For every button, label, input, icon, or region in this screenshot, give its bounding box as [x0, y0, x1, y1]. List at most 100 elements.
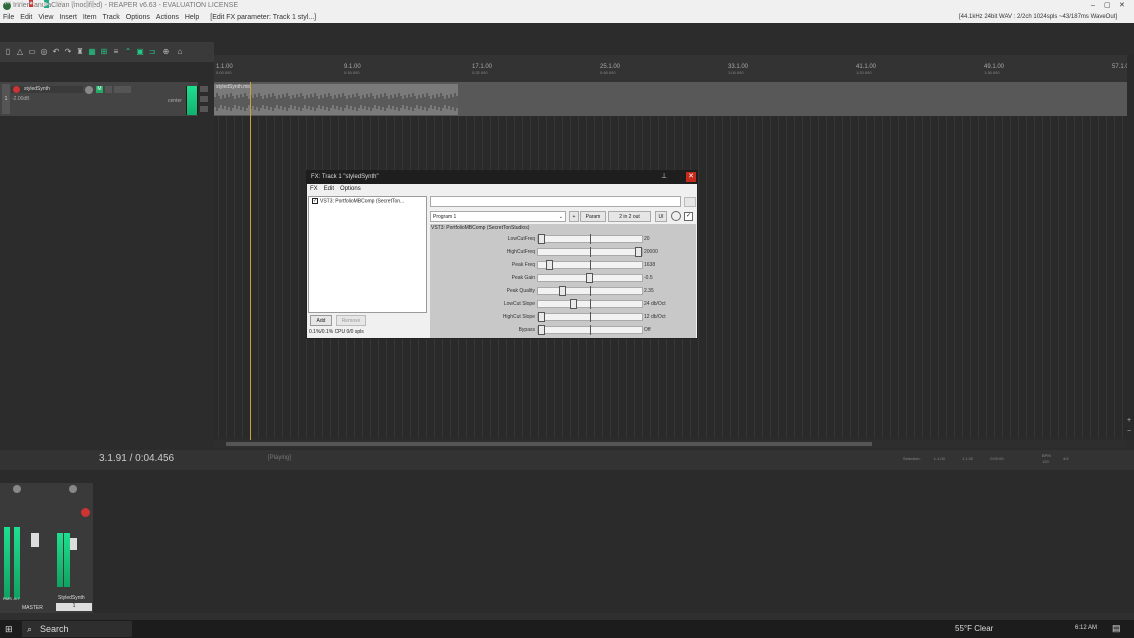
item-grouping-icon[interactable]: ▣: [136, 48, 144, 56]
menu-options[interactable]: Options: [123, 12, 153, 23]
horizontal-scrollbar[interactable]: [214, 440, 1127, 448]
io-routing-button[interactable]: 2 in 2 out: [608, 211, 651, 222]
param-slider-thumb[interactable]: [545, 260, 553, 270]
crossfade-icon[interactable]: ⊐: [148, 48, 156, 56]
menu-edit[interactable]: Edit: [17, 12, 35, 23]
master-meter-right: [14, 527, 20, 599]
fx-enable-checkbox[interactable]: ✓: [312, 198, 318, 204]
windows-start-icon[interactable]: ⊞: [5, 624, 13, 635]
preset-menu-button[interactable]: [684, 197, 696, 207]
vertical-scrollbar[interactable]: + −: [1127, 55, 1134, 440]
scroll-thumb[interactable]: [226, 442, 872, 446]
param-slider-thumb[interactable]: [570, 299, 577, 309]
fx-button[interactable]: [114, 86, 131, 93]
record-arm-button[interactable]: [13, 86, 20, 93]
menu-help[interactable]: Help: [182, 12, 202, 23]
bpm-value[interactable]: 120: [1042, 459, 1049, 464]
param-row: Bypass Off: [430, 324, 696, 336]
clock[interactable]: 6:12 AM: [1075, 625, 1097, 631]
play-button[interactable]: ▶: [44, 0, 50, 8]
track-volume-readout: -2.00dB: [12, 96, 30, 102]
param-slider-thumb[interactable]: [585, 273, 593, 283]
ui-button[interactable]: UI: [655, 211, 667, 222]
project-settings-icon[interactable]: ◎: [40, 48, 48, 56]
fx-menu-fx[interactable]: FX: [307, 184, 321, 194]
param-slider-thumb[interactable]: [538, 234, 545, 244]
minimize-button[interactable]: –: [1091, 0, 1095, 12]
metronome-icon[interactable]: ♜: [76, 48, 84, 56]
save-project-icon[interactable]: ▭: [28, 48, 36, 56]
grid-icon[interactable]: ▦: [88, 48, 96, 56]
fx-menu-edit[interactable]: Edit: [321, 184, 337, 194]
param-slider-thumb[interactable]: [538, 312, 545, 322]
fx-bypass-checkbox[interactable]: ✓: [684, 212, 693, 221]
go-start-button[interactable]: ⏮: [5, 0, 11, 8]
param-slider-thumb[interactable]: [559, 286, 567, 296]
ruler-mark: 1.1.00 0:00.000: [216, 64, 233, 75]
track-number[interactable]: 1: [2, 84, 10, 114]
preset-field[interactable]: [430, 196, 681, 207]
fx-remove-button[interactable]: Remove: [336, 315, 366, 326]
snap-icon[interactable]: ⊞: [100, 48, 108, 56]
fx-add-button[interactable]: Add: [310, 315, 332, 326]
fx-chain-list[interactable]: [308, 196, 427, 313]
mixer-panel: [0, 470, 1134, 613]
track-env-icon[interactable]: [200, 96, 208, 102]
open-project-icon[interactable]: △: [16, 48, 24, 56]
program-select[interactable]: Program 1 ⌄: [430, 211, 566, 222]
pin-icon[interactable]: ⊥: [661, 172, 667, 180]
zoom-out-icon[interactable]: −: [1127, 428, 1131, 435]
track-io-icon[interactable]: [200, 86, 208, 92]
track-strip-record-arm[interactable]: [81, 508, 90, 517]
wet-knob[interactable]: [671, 211, 681, 221]
redo-icon[interactable]: ↷: [64, 48, 72, 56]
pause-button[interactable]: ❚❚: [84, 0, 96, 8]
new-project-icon[interactable]: ▯: [4, 48, 12, 56]
menu-actions[interactable]: Actions: [153, 12, 182, 23]
master-pan-knob[interactable]: [13, 485, 21, 493]
track-phase-icon[interactable]: [200, 106, 208, 112]
track-strip-fader[interactable]: [70, 538, 77, 550]
param-slider-thumb[interactable]: [538, 325, 545, 335]
param-button[interactable]: Param: [580, 211, 606, 222]
volume-knob[interactable]: [85, 86, 93, 94]
menu-file[interactable]: File: [0, 12, 17, 23]
solo-button[interactable]: [105, 86, 112, 93]
stop-button[interactable]: ■: [71, 0, 75, 7]
menu-view[interactable]: View: [35, 12, 56, 23]
go-end-button[interactable]: ⏭: [17, 0, 23, 8]
lock-icon[interactable]: ⊕: [162, 48, 170, 56]
menu-insert[interactable]: Insert: [56, 12, 80, 23]
weather[interactable]: 55°F Clear: [955, 624, 993, 633]
repeat-button[interactable]: ⟳: [58, 0, 64, 8]
menu-track[interactable]: Track: [100, 12, 123, 23]
time-signature[interactable]: 4/4: [1063, 456, 1069, 461]
master-fader[interactable]: [31, 533, 39, 547]
menu-bar: File Edit View Insert Item Track Options Action…: [0, 12, 1134, 23]
param-slider-thumb[interactable]: [635, 247, 642, 257]
fx-menu-options[interactable]: Options: [337, 184, 364, 194]
master-strip[interactable]: RMS -6.7: [0, 483, 55, 613]
add-preset-button[interactable]: +: [569, 211, 579, 222]
track-meter: [186, 86, 198, 115]
track-strip-pan-knob[interactable]: [69, 485, 77, 493]
notification-icon[interactable]: ▤: [1112, 623, 1121, 634]
mixer-track-strip[interactable]: StyledSynth: [55, 483, 93, 613]
track-name-field[interactable]: styledSynth: [11, 86, 83, 93]
undo-icon[interactable]: ↶: [52, 48, 60, 56]
taskbar-search[interactable]: ⌕ Search: [22, 621, 132, 637]
envelope-icon[interactable]: ⌃: [124, 48, 132, 56]
close-button[interactable]: ✕: [1119, 0, 1125, 12]
track-strip-number: 1: [56, 603, 92, 611]
param-value: 20: [644, 236, 650, 242]
padlock-icon[interactable]: ⌂: [176, 48, 184, 56]
mute-button[interactable]: M: [96, 86, 103, 93]
menu-item[interactable]: Item: [80, 12, 100, 23]
maximize-button[interactable]: ▢: [1104, 0, 1111, 12]
fx-chain-item[interactable]: ✓ VST3: PortfolioMBComp (SecretTon...: [312, 198, 425, 204]
zoom-in-icon[interactable]: +: [1127, 417, 1131, 424]
track-strip-name[interactable]: StyledSynth: [58, 595, 85, 601]
record-button[interactable]: ●: [29, 0, 34, 7]
ripple-icon[interactable]: ≡: [112, 48, 120, 56]
fx-close-button[interactable]: ✕: [686, 172, 696, 182]
